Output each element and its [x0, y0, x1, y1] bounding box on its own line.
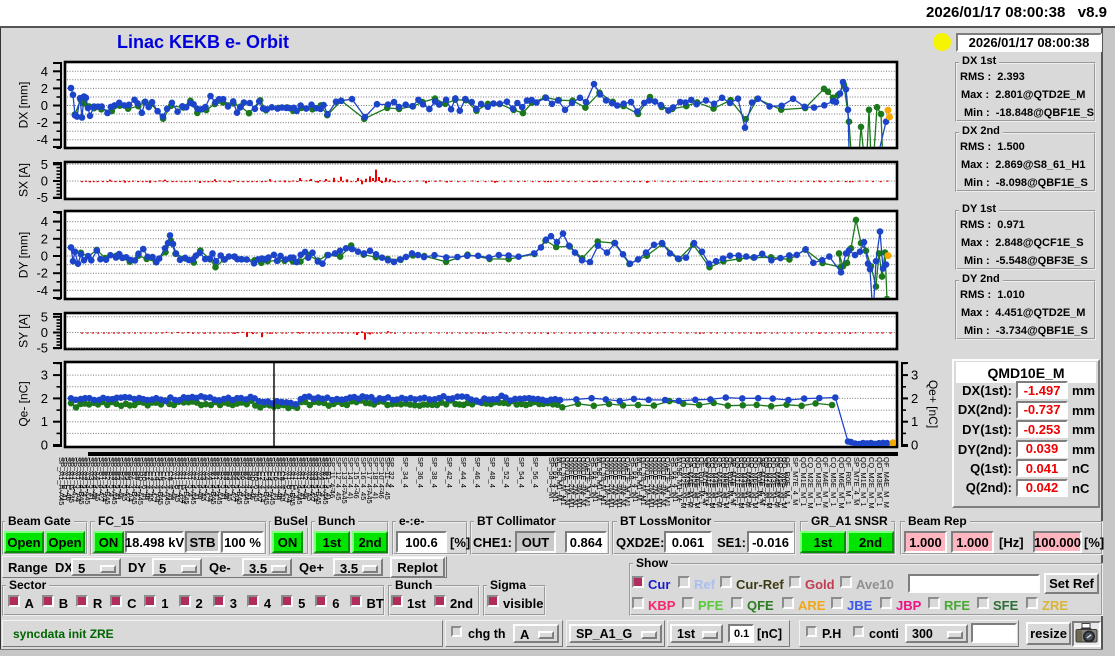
- svg-text:DY [mm]: DY [mm]: [17, 232, 31, 278]
- svg-text:4: 4: [41, 64, 48, 79]
- svg-text:0: 0: [41, 249, 48, 264]
- svg-text:0: 0: [41, 174, 48, 189]
- svg-text:5: 5: [41, 309, 48, 324]
- svg-text:SX [A]: SX [A]: [17, 163, 31, 197]
- svg-text:Qe- [nC]: Qe- [nC]: [17, 381, 31, 426]
- svg-text:4: 4: [41, 214, 48, 229]
- svg-text:-4: -4: [36, 283, 48, 298]
- svg-text:1: 1: [911, 414, 918, 429]
- svg-text:2: 2: [41, 231, 48, 246]
- svg-text:1: 1: [41, 414, 48, 429]
- svg-text:2: 2: [911, 391, 918, 406]
- svg-text:SY [A]: SY [A]: [17, 314, 31, 348]
- svg-text:DX [mm]: DX [mm]: [17, 82, 31, 129]
- svg-text:-2: -2: [36, 266, 48, 281]
- svg-text:5: 5: [41, 157, 48, 172]
- svg-text:2: 2: [41, 81, 48, 96]
- svg-text:3: 3: [41, 368, 48, 383]
- svg-text:Qe+ [nC]: Qe+ [nC]: [926, 380, 940, 428]
- svg-text:2: 2: [41, 391, 48, 406]
- svg-text:0: 0: [41, 98, 48, 113]
- svg-text:-2: -2: [36, 115, 48, 130]
- svg-text:3: 3: [911, 368, 918, 383]
- svg-text:-4: -4: [36, 132, 48, 147]
- svg-text:0: 0: [41, 325, 48, 340]
